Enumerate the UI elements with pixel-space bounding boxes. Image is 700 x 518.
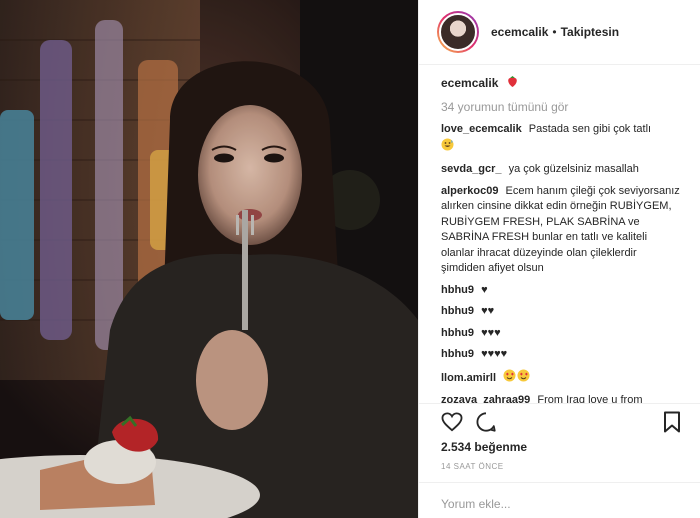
comment-text: ♥: [481, 283, 488, 296]
comment-item: hbhu9 ♥: [441, 283, 681, 299]
avatar-ring[interactable]: [437, 11, 479, 53]
heart-eyes-emoji: [503, 369, 531, 388]
comment-username[interactable]: hbhu9: [441, 284, 474, 296]
comment-item: alperkoc09 Ecem hanım çileği çok seviyor…: [441, 184, 681, 277]
comment-item: hbhu9 ♥♥: [441, 304, 681, 320]
header-separator: •: [552, 25, 557, 39]
instagram-post: ecemcalik • Takiptesin ecemcalik 34 yoru…: [0, 0, 700, 518]
caption-username[interactable]: ecemcalik: [441, 76, 498, 90]
caption: ecemcalik: [441, 75, 681, 92]
comment-text: ♥♥♥: [481, 326, 501, 339]
comment-item: hbhu9 ♥♥♥♥: [441, 347, 681, 363]
add-comment-input[interactable]: [441, 497, 661, 511]
add-comment-bar: [419, 482, 700, 518]
comment-username[interactable]: sevda_gcr_: [441, 163, 502, 175]
strawberry-emoji: [506, 75, 519, 92]
likes-count[interactable]: 2.534 beğenme: [441, 440, 527, 454]
comment-bubble-icon[interactable]: [473, 409, 499, 435]
header-username[interactable]: ecemcalik: [491, 25, 548, 39]
comment-text: ♥♥♥♥: [481, 348, 508, 361]
comment-username[interactable]: alperkoc09: [441, 185, 498, 197]
comment-username[interactable]: llom.amirll: [441, 372, 496, 384]
avatar[interactable]: [439, 13, 477, 51]
comments-list[interactable]: ecemcalik 34 yorumun tümünü gör love_ece…: [419, 65, 700, 403]
bookmark-icon[interactable]: [659, 409, 685, 435]
post-header: ecemcalik • Takiptesin: [419, 0, 700, 65]
comment-username[interactable]: hbhu9: [441, 305, 474, 317]
comment-username[interactable]: hbhu9: [441, 327, 474, 339]
comment-item: love_ecemcalik Pastada sen gibi çok tatl…: [441, 122, 681, 156]
view-all-comments-link[interactable]: 34 yorumun tümünü gör: [441, 100, 681, 114]
comment-username[interactable]: hbhu9: [441, 348, 474, 360]
comment-item: sevda_gcr_ ya çok güzelsiniz masallah: [441, 162, 681, 178]
comment-text: ♥♥: [481, 305, 495, 318]
comment-username[interactable]: love_ecemcalik: [441, 123, 522, 135]
comment-text: Ecem hanım çileği çok seviyorsanız alırk…: [441, 184, 680, 275]
post-timestamp: 14 SAAT ÖNCE: [441, 462, 504, 471]
like-heart-icon[interactable]: [439, 409, 465, 435]
comment-username[interactable]: zozava_zahraa99: [441, 394, 530, 403]
comment-text: From Iraq love u from: [537, 394, 643, 403]
follow-status[interactable]: Takiptesin: [561, 25, 619, 39]
comment-item: hbhu9 ♥♥♥: [441, 326, 681, 342]
comment-text: Pastada sen gibi çok tatlı: [528, 123, 652, 136]
post-image: [0, 0, 418, 518]
post-photo[interactable]: [0, 0, 418, 518]
grin-sweat-emoji: [441, 138, 454, 157]
comment-item: llom.amirll: [441, 369, 681, 388]
post-sidebar: ecemcalik • Takiptesin ecemcalik 34 yoru…: [418, 0, 700, 518]
comment-item: zozava_zahraa99 From Iraq love u from: [441, 393, 681, 403]
action-bar: [419, 403, 700, 439]
comment-text: ya çok güzelsiniz masallah: [508, 163, 639, 176]
